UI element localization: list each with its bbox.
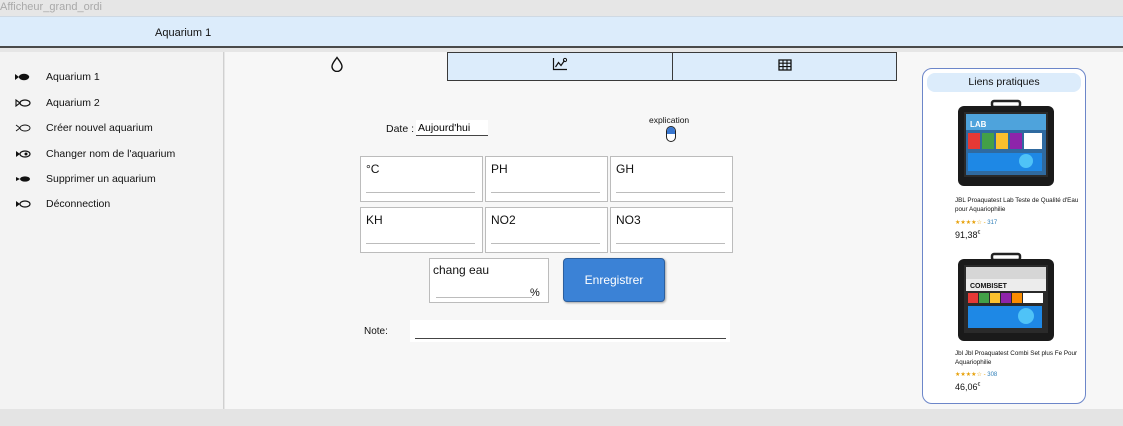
sidebar-item-label: Changer nom de l'aquarium <box>46 148 176 160</box>
sidebar-item-label: Créer nouvel aquarium <box>46 122 153 134</box>
ph-input[interactable] <box>491 179 600 193</box>
note-underline <box>415 338 726 339</box>
kh-field: KH <box>360 207 483 253</box>
sidebar-item-rename-aquarium[interactable]: Changer nom de l'aquarium <box>14 146 175 162</box>
explication-label: explication <box>649 115 690 125</box>
sidebar-item-label: Aquarium 1 <box>46 71 100 83</box>
field-label: chang eau <box>433 263 490 277</box>
field-label: NO3 <box>616 213 641 227</box>
field-label: NO2 <box>491 213 516 227</box>
product-price: 46,06€ <box>955 382 980 392</box>
gh-field: GH <box>610 156 733 202</box>
product-rating: ★★★★☆ - 308 <box>955 372 998 378</box>
fish-outline-icon <box>14 99 34 107</box>
review-count[interactable]: 308 <box>987 372 997 378</box>
tab-table[interactable] <box>672 52 897 81</box>
tab-measure[interactable] <box>225 52 448 81</box>
product-title[interactable]: JBL Proaquatest Lab Teste de Qualité d'E… <box>955 197 1080 214</box>
price-value: 91,38 <box>955 230 978 240</box>
water-change-field: chang eau % <box>429 258 549 303</box>
fish-eye-icon <box>14 150 34 158</box>
links-title: Liens pratiques <box>927 73 1081 92</box>
sidebar: Aquarium 1 Aquarium 2 Créer nouvel aquar… <box>0 52 224 409</box>
water-change-input[interactable] <box>436 284 532 298</box>
review-count[interactable]: 317 <box>987 220 997 226</box>
temperature-field: °C <box>360 156 483 202</box>
gh-input[interactable] <box>616 179 725 193</box>
sidebar-item-create-aquarium[interactable]: Créer nouvel aquarium <box>14 120 153 136</box>
page-title: Aquarium 1 <box>155 27 212 39</box>
sidebar-item-aquarium-2[interactable]: Aquarium 2 <box>14 95 100 111</box>
product-title[interactable]: Jbl Jbl Proaquatest Combi Set plus Fe Po… <box>955 350 1080 367</box>
field-label: °C <box>366 162 380 176</box>
field-label: KH <box>366 213 383 227</box>
main-panel: Date : explication °C PH GH KH NO2 NO3 c… <box>225 52 1123 409</box>
product-rating: ★★★★☆ - 317 <box>955 220 998 226</box>
sidebar-item-delete-aquarium[interactable]: Supprimer un aquarium <box>14 171 156 187</box>
table-icon <box>777 58 792 76</box>
kh-input[interactable] <box>366 230 475 244</box>
temperature-input[interactable] <box>366 179 475 193</box>
star-icon: ★★★★☆ <box>955 220 982 226</box>
fish-outline-icon <box>14 200 34 208</box>
product-image[interactable]: LAB <box>956 99 1056 187</box>
sidebar-item-logout[interactable]: Déconnection <box>14 196 110 212</box>
toggle-knob <box>667 127 675 134</box>
fish-filled-icon <box>14 73 34 81</box>
sidebar-item-label: Aquarium 2 <box>46 97 100 109</box>
useful-links-panel: Liens pratiques LAB JBL Proaquatest Lab … <box>922 68 1086 404</box>
top-bar: Aquarium 1 <box>0 16 1123 48</box>
sidebar-item-aquarium-1[interactable]: Aquarium 1 <box>14 69 100 85</box>
date-label: Date : <box>386 123 415 135</box>
box-label: LAB <box>970 120 987 129</box>
price-value: 46,06 <box>955 382 978 392</box>
product-price: 91,38€ <box>955 230 980 240</box>
no3-field: NO3 <box>610 207 733 253</box>
price-currency: € <box>977 382 981 388</box>
no2-field: NO2 <box>485 207 608 253</box>
field-label: GH <box>616 162 634 176</box>
ph-field: PH <box>485 156 608 202</box>
line-chart-icon <box>552 57 568 76</box>
fish-outline-icon <box>14 124 34 132</box>
box-label: COMBISET <box>970 283 1008 290</box>
save-button[interactable]: Enregistrer <box>563 258 665 302</box>
sidebar-item-label: Déconnection <box>46 198 111 210</box>
field-label: PH <box>491 162 508 176</box>
fish-filled-icon <box>14 175 34 183</box>
no2-input[interactable] <box>491 230 600 244</box>
date-input[interactable] <box>416 120 488 136</box>
tab-bar <box>225 52 897 81</box>
tab-chart[interactable] <box>447 52 673 81</box>
window-title: Afficheur_grand_ordi <box>0 1 102 13</box>
star-icon: ★★★★☆ <box>955 372 982 378</box>
water-drop-icon <box>330 56 344 77</box>
price-currency: € <box>977 230 981 236</box>
explication-toggle[interactable] <box>666 126 676 142</box>
percent-unit: % <box>530 287 540 299</box>
note-label: Note: <box>364 326 388 337</box>
product-image[interactable]: COMBISET <box>956 252 1056 342</box>
bottom-bar <box>0 409 1123 426</box>
sidebar-item-label: Supprimer un aquarium <box>46 173 156 185</box>
no3-input[interactable] <box>616 230 725 244</box>
